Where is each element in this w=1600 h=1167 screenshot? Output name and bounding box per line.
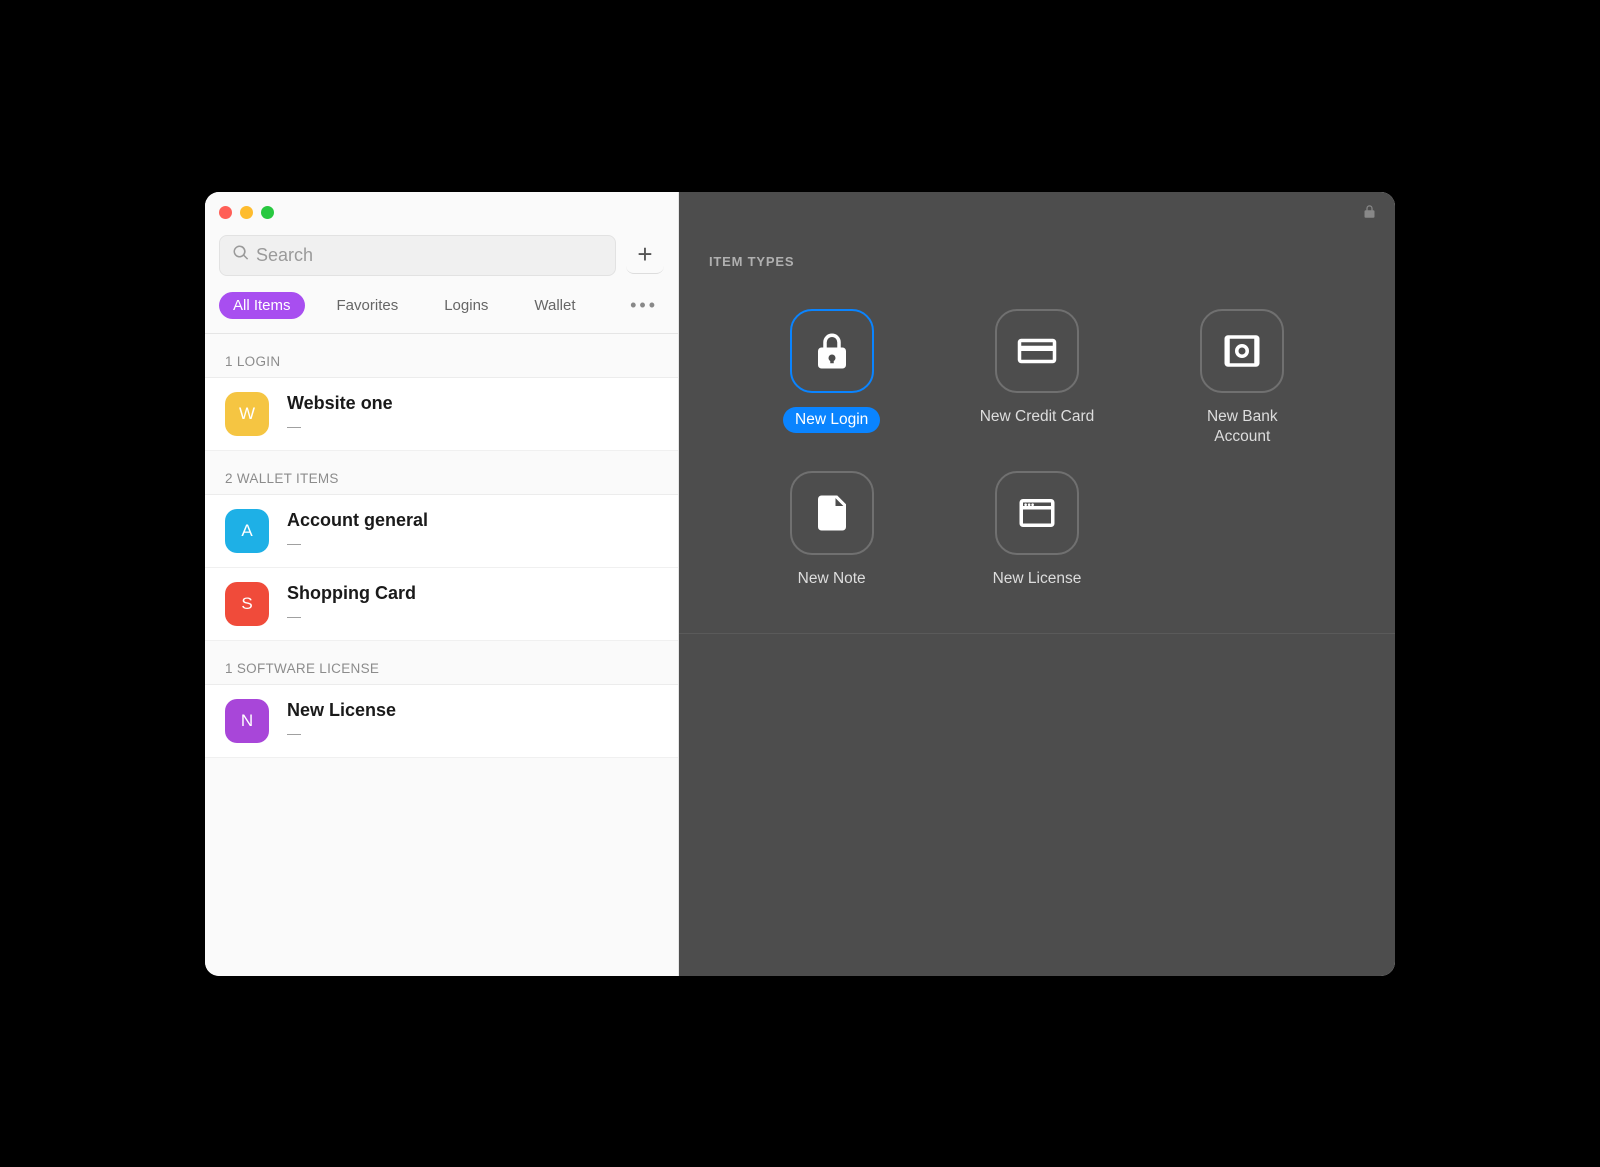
item-avatar: A [225,509,269,553]
item-types-header: ITEM TYPES [679,192,1395,287]
more-filters-button[interactable]: ••• [624,295,664,316]
item-type-note[interactable]: New Note [729,471,934,589]
window-controls [205,192,678,225]
item-subtitle: — [287,418,393,434]
lock-icon [1362,206,1377,223]
section-header: 2 WALLET ITEMS [205,451,678,495]
item-subtitle: — [287,535,428,551]
item-type-label: New License [993,569,1082,589]
search-input[interactable] [256,245,603,266]
lock-icon [790,309,874,393]
window-icon [995,471,1079,555]
note-icon [790,471,874,555]
item-subtitle: — [287,725,396,741]
item-type-label: New Note [798,569,866,589]
item-type-vault[interactable]: New Bank Account [1140,309,1345,447]
filter-tab-all-items[interactable]: All Items [219,292,305,319]
filter-tab-favorites[interactable]: Favorites [323,292,413,319]
plus-icon: + [637,239,652,270]
close-window-button[interactable] [219,206,232,219]
item-title: Account general [287,510,428,531]
zoom-window-button[interactable] [261,206,274,219]
item-type-label: New Bank Account [1182,407,1302,447]
item-type-card[interactable]: New Credit Card [934,309,1139,447]
filter-tabs: All Items Favorites Logins Wallet ••• [205,280,678,334]
list-item[interactable]: A Account general — [205,495,678,568]
item-type-label: New Credit Card [980,407,1095,427]
section-header: 1 SOFTWARE LICENSE [205,641,678,685]
sidebar: + All Items Favorites Logins Wallet ••• 1 LO… [205,192,679,976]
app-window: + All Items Favorites Logins Wallet ••• 1 LO… [205,192,1395,976]
filter-tab-logins[interactable]: Logins [430,292,502,319]
list-item[interactable]: W Website one — [205,378,678,451]
search-row: + [205,225,678,280]
item-avatar: N [225,699,269,743]
section-header: 1 LOGIN [205,334,678,378]
item-type-window[interactable]: New License [934,471,1139,589]
item-title: Website one [287,393,393,414]
list-item[interactable]: S Shopping Card — [205,568,678,641]
vault-icon [1200,309,1284,393]
item-title: Shopping Card [287,583,416,604]
item-avatar: S [225,582,269,626]
item-title: New License [287,700,396,721]
card-icon [995,309,1079,393]
item-type-lock[interactable]: New Login [729,309,934,447]
search-icon [232,244,250,267]
filter-tab-wallet[interactable]: Wallet [520,292,589,319]
item-list: 1 LOGIN W Website one — 2 WALLET ITEMS A Accou… [205,334,678,758]
search-field[interactable] [219,235,616,276]
item-type-grid: New Login New Credit Card New Bank Account… [679,287,1395,634]
minimise-window-button[interactable] [240,206,253,219]
lock-button[interactable] [1362,204,1377,224]
item-subtitle: — [287,608,416,624]
add-item-button[interactable]: + [626,236,664,274]
item-avatar: W [225,392,269,436]
list-item[interactable]: N New License — [205,685,678,758]
detail-pane: ITEM TYPES New Login New Credit Card New B… [679,192,1395,976]
item-type-label: New Login [783,407,880,433]
